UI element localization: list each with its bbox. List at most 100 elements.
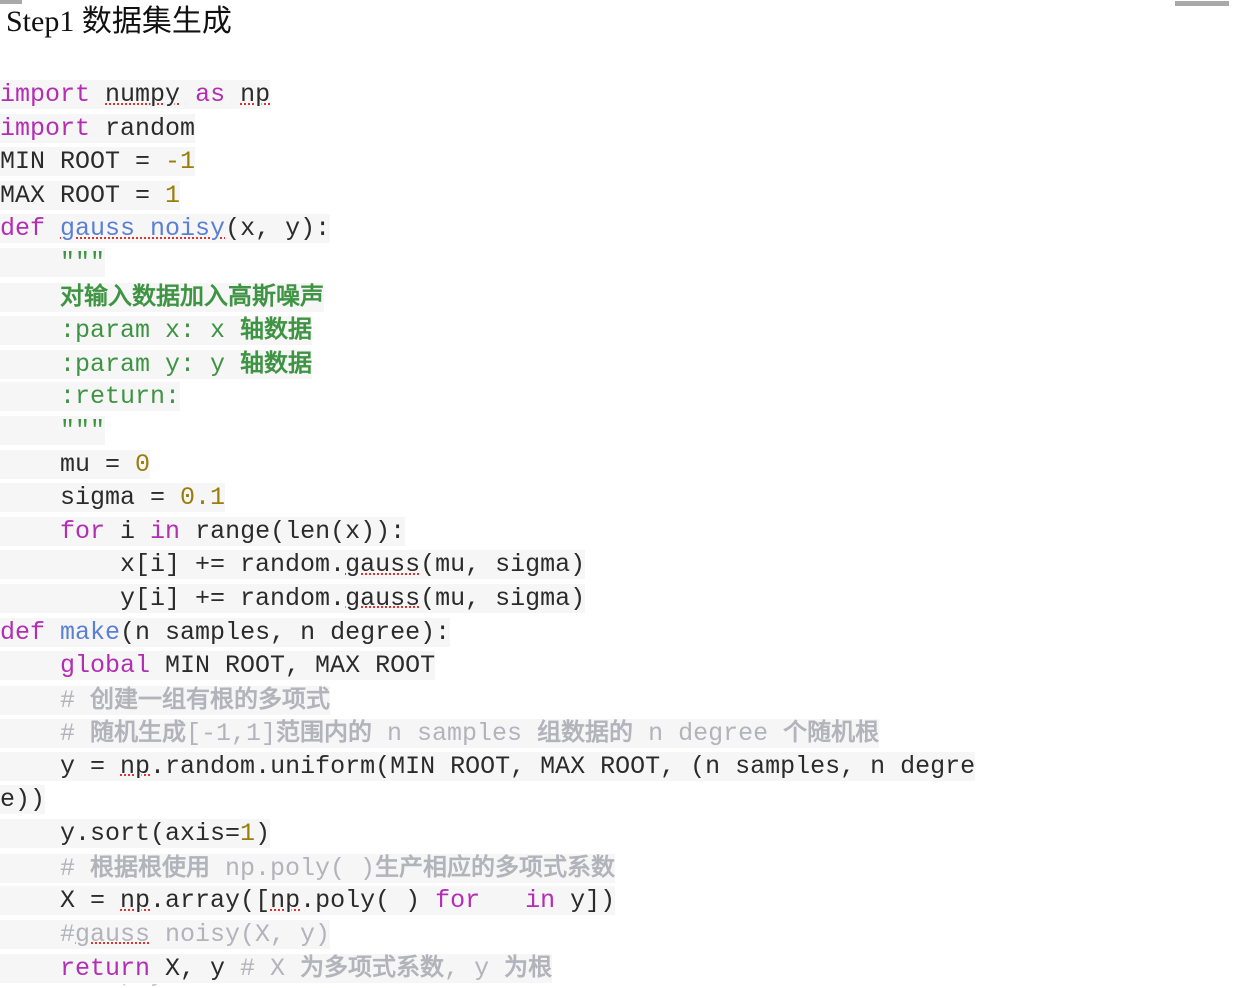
code-line-content: y[i] += random.gauss(mu, sigma) bbox=[0, 583, 586, 613]
code-line-content: sigma = 0.1 bbox=[0, 483, 226, 513]
code-token-plain: ) bbox=[255, 819, 271, 849]
code-line: y = np.random.uniform(MIN ROOT, MAX ROOT… bbox=[0, 750, 1246, 784]
code-line: X = np.array([np.poly( ) for in y]) bbox=[0, 884, 1246, 918]
clipped-bottom-line-text: return X, y bbox=[0, 984, 760, 988]
code-token-cmt: n samples bbox=[372, 719, 538, 749]
code-token-plain: sigma = bbox=[0, 483, 181, 513]
code-line: y[i] += random.gauss(mu, sigma) bbox=[0, 582, 1246, 616]
code-token-kw: for bbox=[435, 886, 481, 916]
code-token-plain: np bbox=[270, 886, 301, 916]
code-token-plain: y = bbox=[0, 751, 121, 781]
code-token-cmt: # bbox=[0, 853, 91, 883]
code-token-plain: y.sort(axis= bbox=[0, 819, 241, 849]
code-token-str: :return: bbox=[0, 382, 181, 412]
code-token-str: """ bbox=[0, 415, 106, 445]
code-line: def make(n samples, n degree): bbox=[0, 616, 1246, 650]
code-line: sigma = 0.1 bbox=[0, 481, 1246, 515]
code-line-content: global MIN ROOT, MAX ROOT bbox=[0, 651, 436, 681]
code-token-str: :param x: x bbox=[0, 316, 241, 346]
code-token-plain: numpy bbox=[105, 80, 181, 109]
code-line-content: # 根据根使用 np.poly( )生产相应的多项式系数 bbox=[0, 852, 616, 883]
code-token-cmt: # bbox=[0, 919, 76, 949]
code-token-plain: MIN ROOT = bbox=[0, 147, 166, 177]
code-token-plain: y[i] += random. bbox=[0, 583, 346, 613]
code-line: import numpy as np bbox=[0, 78, 1246, 112]
code-line: 对输入数据加入高斯噪声 bbox=[0, 280, 1246, 314]
code-line: # 随机生成[-1,1]范围内的 n samples 组数据的 n degree… bbox=[0, 716, 1246, 750]
code-line-content: return X, y # X 为多项式系数, y 为根 bbox=[0, 953, 553, 984]
code-token-plain: (x, y): bbox=[225, 214, 331, 244]
code-line: y.sort(axis=1) bbox=[0, 817, 1246, 851]
code-line-content: for i in range(len(x)): bbox=[0, 516, 406, 546]
code-line-content: x[i] += random.gauss(mu, sigma) bbox=[0, 550, 586, 580]
code-block: import numpy as np import random MIN ROOT … bbox=[0, 78, 1246, 985]
code-token-num: 1 bbox=[165, 180, 181, 210]
code-token-plain: mu = bbox=[0, 449, 136, 479]
code-token-cmt: y bbox=[474, 954, 505, 984]
code-token-cmtc: 根据根使用 bbox=[90, 852, 211, 881]
code-token-plain: np bbox=[120, 886, 151, 916]
code-token-fn: make bbox=[60, 617, 121, 647]
code-line-content: 对输入数据加入高斯噪声 bbox=[0, 281, 325, 312]
code-line-content: MIN ROOT = -1 bbox=[0, 147, 196, 177]
code-line: return X, y # X 为多项式系数, y 为根 bbox=[0, 951, 1246, 985]
code-line-content: import random bbox=[0, 113, 196, 143]
code-token-num: 0.1 bbox=[180, 483, 226, 513]
code-token-cmt: , bbox=[444, 954, 475, 984]
code-token-strc: 轴数据 bbox=[240, 315, 313, 344]
code-token-strc: 轴数据 bbox=[240, 348, 313, 377]
code-token-plain: gauss bbox=[345, 550, 421, 580]
code-line-content: # 随机生成[-1,1]范围内的 n samples 组数据的 n degree… bbox=[0, 718, 880, 749]
code-token-cmtc: 组数据的 bbox=[537, 718, 634, 747]
code-line: mu = 0 bbox=[0, 448, 1246, 482]
code-token-cmt: # bbox=[0, 719, 91, 749]
code-token-str: :param y: y bbox=[0, 349, 241, 379]
code-line-content: import numpy as np bbox=[0, 80, 271, 109]
code-line: #gauss noisy(X, y) bbox=[0, 918, 1246, 952]
code-token-cmtc: 范围内的 bbox=[276, 718, 373, 747]
code-token-plain: e)) bbox=[0, 785, 46, 815]
code-line-content: :param y: y 轴数据 bbox=[0, 348, 313, 379]
code-token-kw: for bbox=[60, 516, 106, 546]
code-line-content: e)) bbox=[0, 785, 46, 815]
code-line-content: #gauss noisy(X, y) bbox=[0, 919, 331, 949]
code-token-strc: 对输入数据加入高斯噪声 bbox=[60, 281, 325, 310]
code-line: x[i] += random.gauss(mu, sigma) bbox=[0, 548, 1246, 582]
clipped-bottom-line: return X, y bbox=[0, 984, 760, 988]
code-token-kw: import bbox=[0, 80, 91, 109]
code-token-cmt: # X bbox=[240, 954, 301, 984]
code-token-cmt: # bbox=[0, 685, 91, 715]
code-token-cmtc: 为根 bbox=[504, 953, 553, 982]
code-token-plain: x[i] += random. bbox=[0, 550, 346, 580]
code-line-content: # 创建一组有根的多项式 bbox=[0, 685, 331, 715]
code-token-plain: X = bbox=[0, 886, 121, 916]
code-line: """ bbox=[0, 246, 1246, 280]
code-token-plain: gauss bbox=[345, 583, 421, 613]
code-token-plain: .array([ bbox=[150, 886, 271, 916]
code-token-plain: .poly( ) bbox=[300, 886, 436, 916]
code-line-content: y.sort(axis=1) bbox=[0, 819, 271, 849]
code-token-str bbox=[0, 283, 60, 312]
code-line-content: MAX ROOT = 1 bbox=[0, 180, 181, 210]
code-token-cmtc: 为多项式系数 bbox=[300, 953, 445, 982]
code-line: e)) bbox=[0, 783, 1246, 817]
code-token-kw: def bbox=[0, 617, 46, 647]
code-token-plain: np bbox=[120, 751, 151, 781]
code-line: for i in range(len(x)): bbox=[0, 515, 1246, 549]
code-line: global MIN ROOT, MAX ROOT bbox=[0, 649, 1246, 683]
code-line: :return: bbox=[0, 380, 1246, 414]
code-line: MAX ROOT = 1 bbox=[0, 179, 1246, 213]
code-line: """ bbox=[0, 414, 1246, 448]
code-token-cmtc: 个随机根 bbox=[783, 718, 880, 747]
code-line-content: """ bbox=[0, 247, 106, 277]
code-token-str: """ bbox=[0, 247, 106, 277]
code-token-plain: (n samples, n degree): bbox=[120, 617, 451, 647]
code-token-kw: def bbox=[0, 214, 46, 244]
